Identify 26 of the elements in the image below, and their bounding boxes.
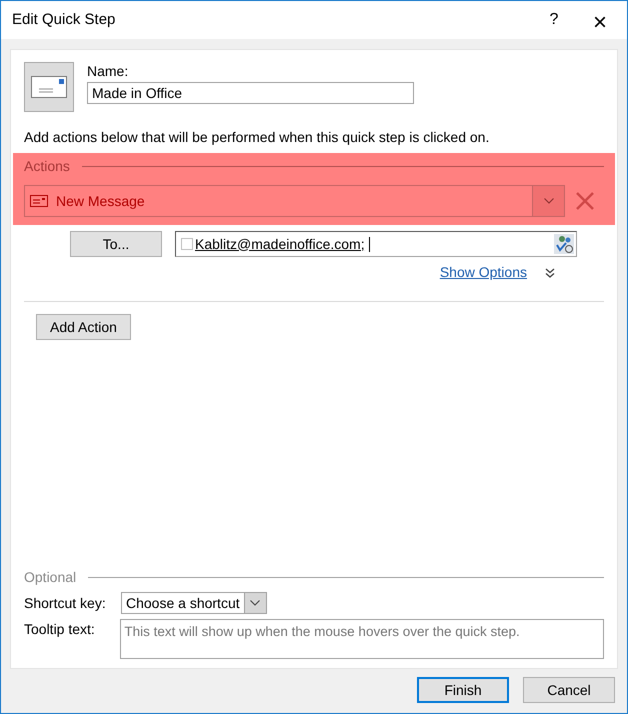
finish-button[interactable]: Finish (417, 677, 509, 703)
help-button[interactable]: ? (531, 5, 577, 35)
shortcut-label: Shortcut key: (24, 594, 107, 613)
envelope-icon (24, 62, 74, 112)
tooltip-field[interactable]: This text will show up when the mouse hovers over the quick step. (120, 619, 604, 659)
actions-heading: Actions (24, 156, 70, 176)
message-icon (30, 195, 48, 207)
close-button[interactable]: × (577, 5, 623, 35)
name-label: Name: (87, 62, 130, 80)
recipients-field[interactable]: Kablitz@madeinoffice.com; (175, 231, 577, 257)
chevron-down-icon (244, 593, 266, 613)
name-field[interactable]: Made in Office (87, 82, 414, 104)
show-options-link[interactable]: Show Options (440, 262, 527, 283)
chevron-down-icon (532, 186, 564, 216)
to-button[interactable]: To... (70, 231, 162, 257)
instruction-text: Add actions below that will be performed when this quick step is clicked on. (24, 128, 490, 146)
tooltip-label: Tooltip text: (24, 620, 96, 639)
window-title: Edit Quick Step (12, 10, 116, 30)
double-chevron-down-icon[interactable] (545, 268, 555, 278)
recipient-link[interactable]: Kablitz@madeinoffice.com; (195, 234, 365, 254)
cancel-button[interactable]: Cancel (523, 677, 615, 703)
optional-heading: Optional (24, 568, 76, 587)
address-book-icon[interactable] (554, 234, 574, 254)
checkbox[interactable] (181, 238, 193, 250)
add-action-button[interactable]: Add Action (36, 314, 131, 340)
shortcut-dropdown[interactable]: Choose a shortcut (121, 592, 267, 614)
